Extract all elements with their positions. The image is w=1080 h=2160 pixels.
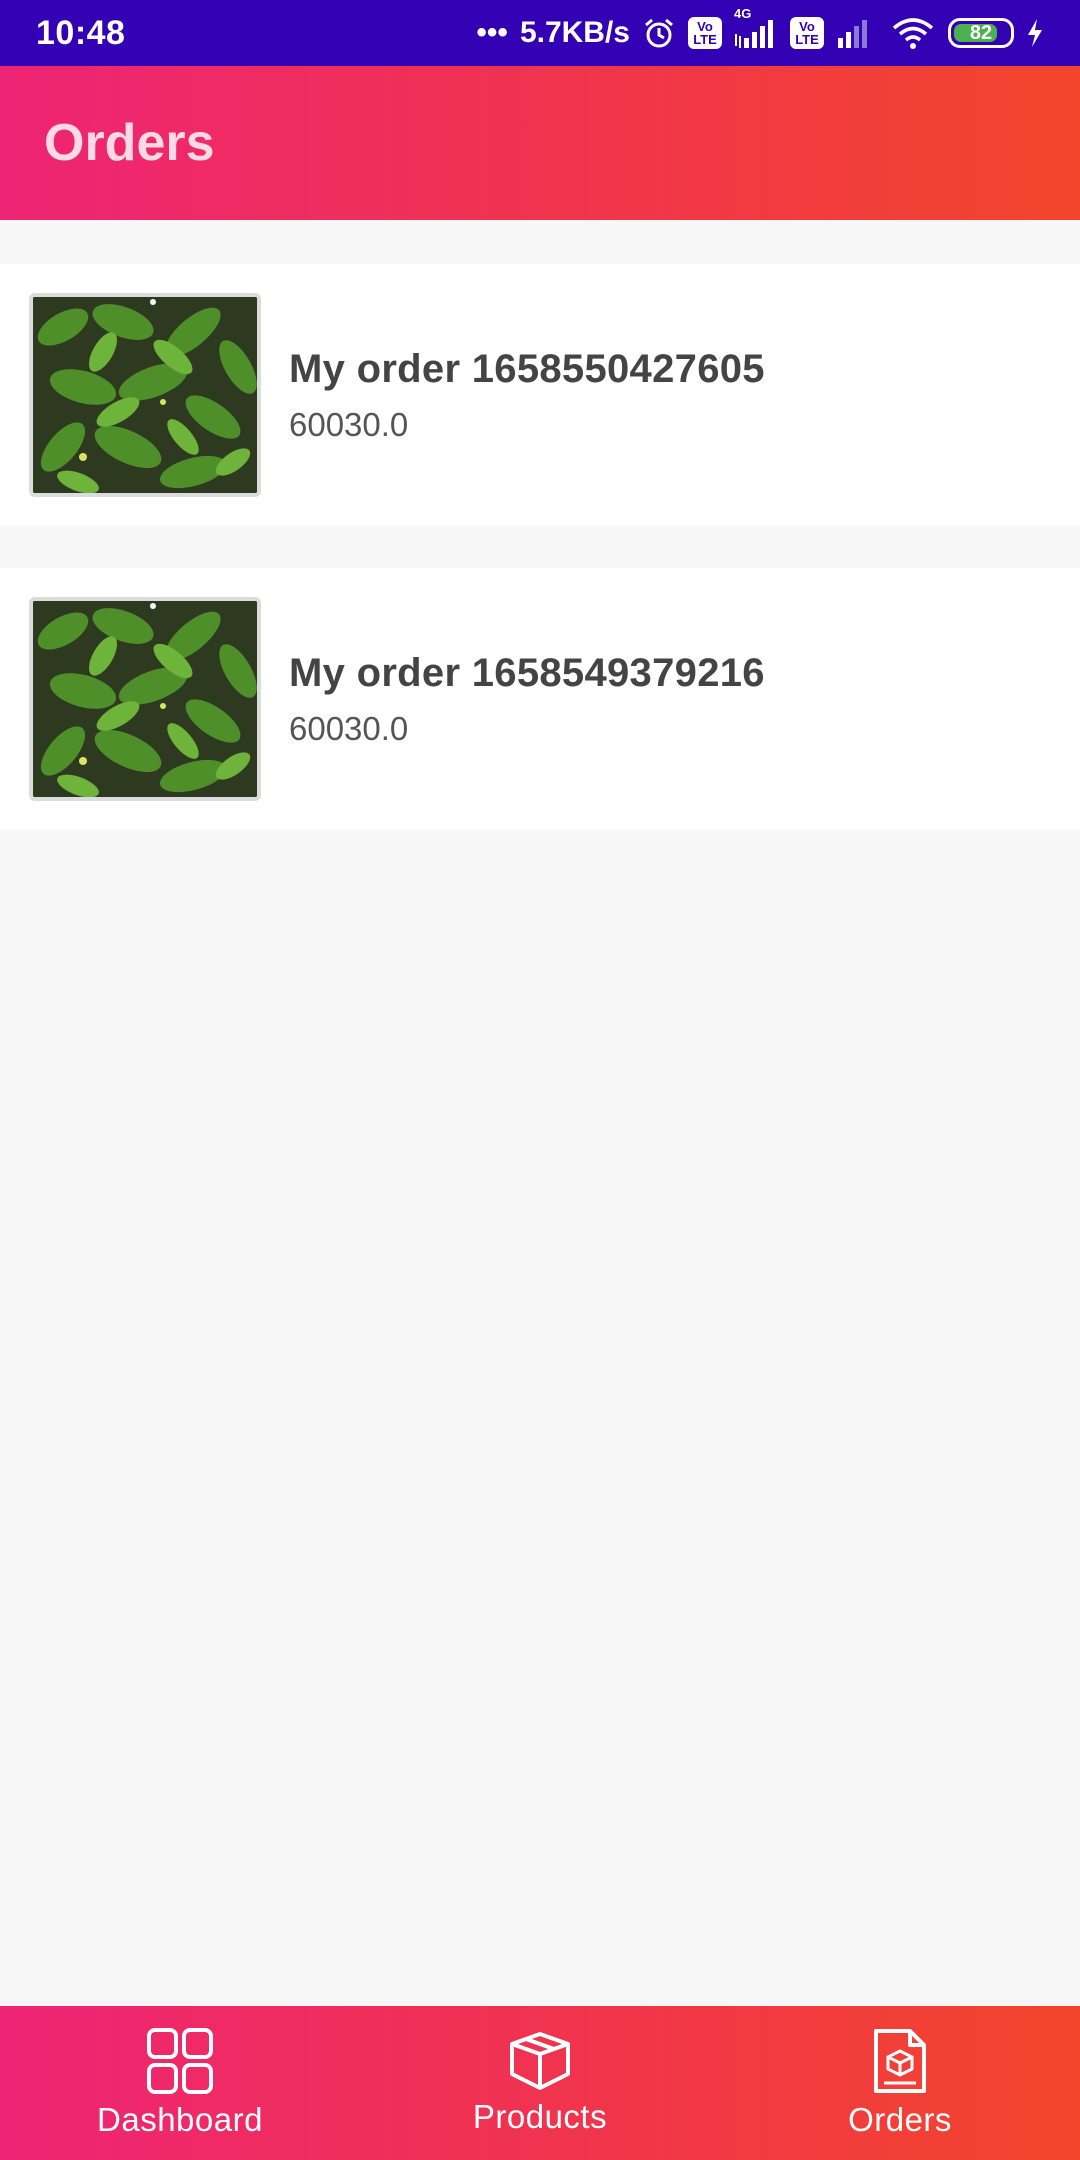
leafy-plant-photo [33,601,257,797]
alarm-icon [642,16,676,50]
nav-label-dashboard: Dashboard [97,2101,263,2138]
box-icon [506,2030,574,2092]
order-amount: 60030.0 [289,709,409,747]
status-time: 10:48 [36,13,126,52]
leafy-plant-photo [33,297,257,493]
document-box-icon [872,2027,928,2095]
volte-icon-1: Vo LTE [688,17,722,49]
order-title: My order 1658550427605 [289,346,765,391]
bottom-nav: Dashboard Products Orders [0,2006,1080,2160]
app-bar: Orders [0,66,1080,220]
nav-item-orders[interactable]: Orders [720,2006,1080,2160]
status-bar: 10:48 ••• 5.7KB/s Vo LTE 4G Vo LTE 82 [0,0,1080,66]
list-item[interactable]: My order 1658549379216 60030.0 [0,568,1080,830]
order-info: My order 1658550427605 60030.0 [289,347,765,444]
status-icons: ••• 5.7KB/s Vo LTE 4G Vo LTE 82 [476,6,1044,50]
order-image [29,293,261,497]
nav-label-orders: Orders [848,2101,952,2138]
wifi-icon [890,16,936,50]
charging-icon [1026,18,1044,48]
page-title: Orders [44,114,215,172]
nav-label-products: Products [472,2098,608,2135]
list-item[interactable]: My order 1658550427605 60030.0 [0,264,1080,526]
nav-item-products[interactable]: Products [360,2006,720,2160]
volte-icon-2: Vo LTE [790,17,824,49]
net-speed: 5.7KB/s [519,16,630,49]
order-image [29,597,261,801]
battery-icon: 82 [948,18,1014,48]
order-info: My order 1658549379216 60030.0 [289,651,765,748]
order-title: My order 1658549379216 [289,650,765,695]
signal-icon-2 [836,18,878,48]
order-amount: 60030.0 [289,405,409,443]
signal-icon-1: 4G [734,6,778,48]
more-dots-icon: ••• [476,16,508,49]
grid-icon [146,2027,214,2095]
nav-item-dashboard[interactable]: Dashboard [0,2006,360,2160]
